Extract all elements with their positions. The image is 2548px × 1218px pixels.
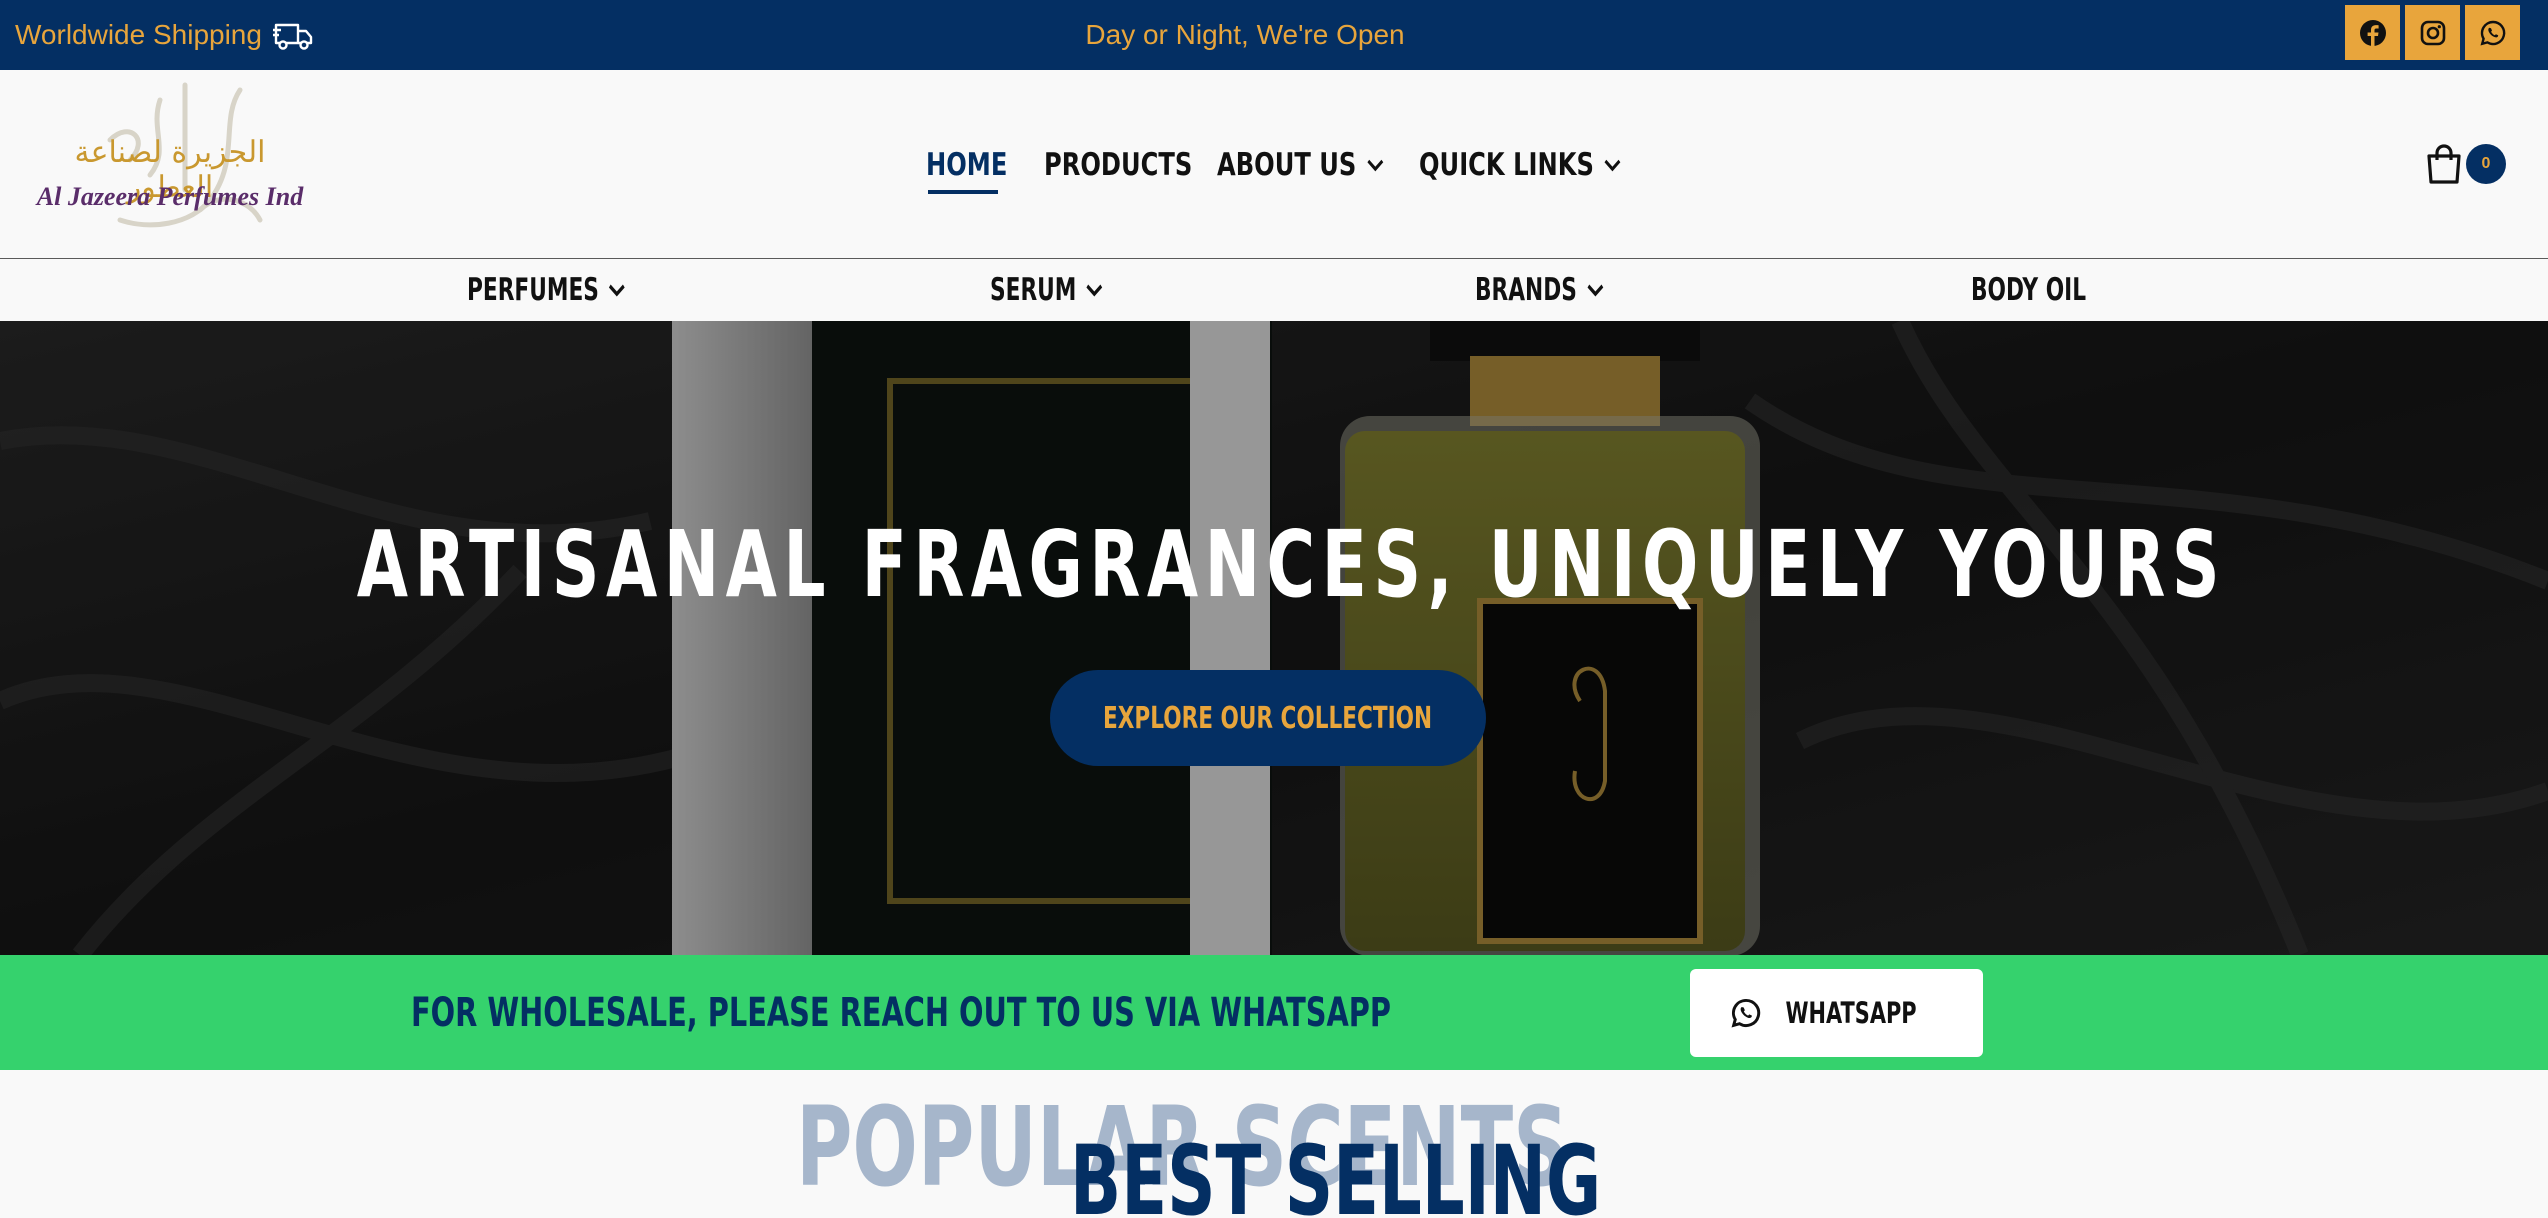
active-nav-underline	[928, 190, 998, 194]
shipping-text: Worldwide Shipping	[15, 19, 262, 50]
nav-about-us[interactable]: ABOUT US	[1217, 140, 1384, 190]
instagram-icon	[2420, 20, 2445, 45]
hero-overlay	[0, 321, 2548, 955]
explore-collection-button[interactable]: EXPLORE OUR COLLECTION	[1050, 670, 1486, 766]
wholesale-text: FOR WHOLESALE, PLEASE REACH OUT TO US VI…	[411, 989, 1392, 1036]
chevron-down-icon	[609, 284, 626, 297]
nav-products[interactable]: PRODUCTS	[1044, 140, 1192, 190]
facebook-icon	[2359, 19, 2386, 46]
nav-home[interactable]: HOME	[926, 140, 1007, 190]
category-serum-label: SERUM	[990, 272, 1077, 308]
nav-home-label: HOME	[926, 147, 1008, 183]
truck-icon	[272, 23, 313, 50]
hero-title: ARTISANAL FRAGRANCES, UNIQUELY YOURS	[356, 511, 2227, 618]
top-announcement-bar: Worldwide Shipping Day or Night, We're O…	[0, 0, 2548, 70]
brand-logo[interactable]: الجزيرة لصناعة العطور Al Jazeera Perfume…	[30, 80, 310, 245]
whatsapp-button-label: WHATSAPP	[1785, 996, 1918, 1030]
cart-count-badge: 0	[2466, 144, 2506, 184]
whatsapp-icon	[1731, 998, 1761, 1028]
nav-quick-links-label: QUICK LINKS	[1419, 147, 1594, 183]
hero-banner: ARTISANAL FRAGRANCES, UNIQUELY YOURS EXP…	[0, 321, 2548, 955]
wholesale-banner: FOR WHOLESALE, PLEASE REACH OUT TO US VI…	[0, 955, 2548, 1070]
category-perfumes-label: PERFUMES	[467, 272, 599, 308]
chevron-down-icon	[1086, 284, 1103, 297]
whatsapp-button[interactable]: WHATSAPP	[1690, 969, 1983, 1057]
facebook-link[interactable]	[2345, 5, 2400, 60]
whatsapp-link[interactable]	[2465, 5, 2520, 60]
best-selling-heading: BEST SELLING	[1070, 1125, 1602, 1218]
shipping-notice: Worldwide Shipping	[15, 0, 314, 70]
category-serum[interactable]: SERUM	[990, 259, 1104, 321]
category-brands-label: BRANDS	[1475, 272, 1577, 308]
chevron-down-icon	[1367, 159, 1383, 172]
category-perfumes[interactable]: PERFUMES	[467, 259, 627, 321]
category-body-oil[interactable]: BODY OIL	[1971, 259, 2086, 321]
logo-english-text: Al Jazeera Perfumes Ind	[36, 182, 304, 211]
instagram-link[interactable]	[2405, 5, 2460, 60]
shopping-bag-icon	[2427, 144, 2461, 184]
open-hours-text: Day or Night, We're Open	[1085, 19, 1405, 50]
nav-products-label: PRODUCTS	[1044, 147, 1193, 183]
nav-about-us-label: ABOUT US	[1217, 147, 1357, 183]
whatsapp-icon	[2479, 20, 2505, 46]
cart-button[interactable]: 0	[2424, 140, 2506, 190]
category-body-oil-label: BODY OIL	[1971, 272, 2087, 308]
nav-quick-links[interactable]: QUICK LINKS	[1419, 140, 1622, 190]
chevron-down-icon	[1604, 159, 1621, 172]
category-navigation: PERFUMES SERUM BRANDS BODY OIL	[0, 259, 2548, 321]
social-links	[2345, 5, 2520, 60]
explore-collection-label: EXPLORE OUR COLLECTION	[1103, 700, 1433, 736]
category-brands[interactable]: BRANDS	[1475, 259, 1605, 321]
chevron-down-icon	[1587, 284, 1603, 297]
site-header: الجزيرة لصناعة العطور Al Jazeera Perfume…	[0, 70, 2548, 259]
